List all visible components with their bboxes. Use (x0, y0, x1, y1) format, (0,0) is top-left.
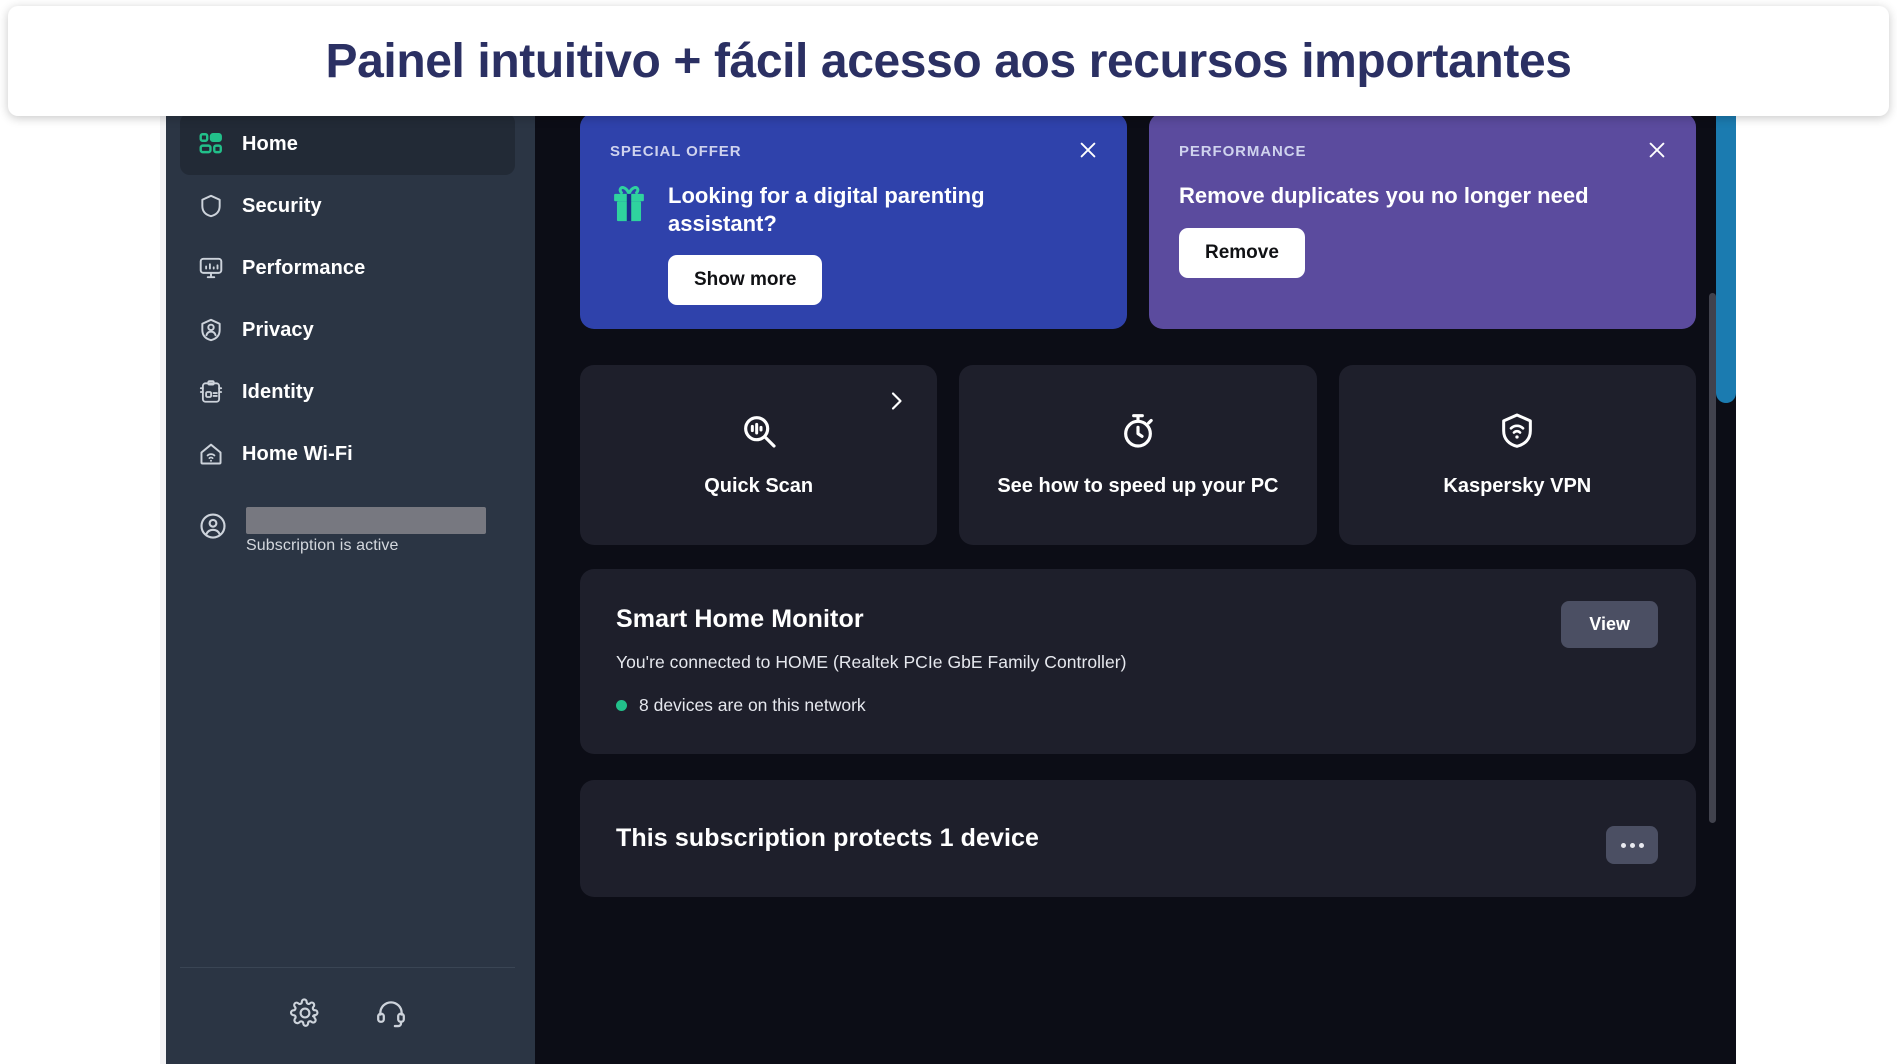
subscription-title: This subscription protects 1 device (616, 824, 1040, 852)
vertical-scrollbar-thumb[interactable] (1709, 293, 1716, 823)
sidebar-item-performance[interactable]: Performance (180, 237, 515, 299)
account-block[interactable]: Subscription is active (160, 497, 535, 555)
subscription-panel: This subscription protects 1 device (580, 780, 1696, 897)
dot (1638, 842, 1644, 848)
kaspersky-app-window: Home Security Performance Privacy Identi… (160, 113, 1736, 1064)
dot (1620, 842, 1626, 848)
smart-home-monitor-panel: Smart Home Monitor You're connected to H… (580, 569, 1696, 754)
ellipsis-icon[interactable] (1606, 826, 1658, 864)
connection-info: You're connected to HOME (Realtek PCIe G… (616, 652, 1127, 672)
view-button[interactable]: View (1561, 601, 1658, 648)
show-more-button[interactable]: Show more (668, 255, 823, 306)
tile-quick-scan[interactable]: Quick Scan (580, 365, 938, 545)
headline-banner: Painel intuitivo + fácil acesso aos recu… (8, 6, 1889, 116)
sidebar-nav: Home Security Performance Privacy Identi… (160, 113, 535, 485)
account-name-redacted (246, 507, 486, 534)
sidebar-footer (180, 967, 515, 1064)
shield-icon (198, 193, 224, 219)
promo-card-special-offer[interactable]: SPECIAL OFFER Looking for a digital pare… (580, 113, 1127, 329)
sidebar-item-label: Home (242, 132, 298, 155)
vpn-shield-wifi-icon (1497, 411, 1537, 451)
promo-row: SPECIAL OFFER Looking for a digital pare… (580, 113, 1696, 329)
tile-label: See how to speed up your PC (997, 475, 1279, 497)
gift-icon (610, 184, 648, 226)
accent-strip (1716, 113, 1736, 403)
tile-label: Kaspersky VPN (1443, 475, 1592, 497)
sidebar-item-label: Privacy (242, 318, 314, 341)
sidebar-item-label: Home Wi-Fi (242, 442, 353, 465)
sidebar-item-home[interactable]: Home (180, 113, 515, 175)
promo-kicker: PERFORMANCE (1179, 143, 1307, 160)
gear-icon[interactable] (288, 996, 322, 1030)
sidebar-item-label: Identity (242, 380, 314, 403)
panel-title: Smart Home Monitor (616, 605, 864, 633)
close-icon[interactable] (1077, 139, 1099, 161)
headset-icon[interactable] (374, 996, 408, 1030)
scan-magnifier-icon (739, 411, 779, 451)
chevron-right-icon (889, 391, 905, 411)
promo-kicker: SPECIAL OFFER (610, 143, 742, 160)
status-dot-icon (616, 700, 627, 711)
sidebar-item-privacy[interactable]: Privacy (180, 299, 515, 361)
promo-title: Looking for a digital parenting assistan… (668, 183, 985, 236)
dot (1629, 842, 1635, 848)
sidebar-item-label: Performance (242, 256, 366, 279)
main-content: SPECIAL OFFER Looking for a digital pare… (535, 113, 1736, 1064)
avatar-icon (198, 511, 228, 541)
quick-action-tiles: Quick Scan See how to speed up your PC K… (580, 365, 1696, 545)
tile-label: Quick Scan (704, 475, 814, 497)
promo-card-performance[interactable]: PERFORMANCE Remove duplicates you no lon… (1149, 113, 1696, 329)
sidebar-item-identity[interactable]: Identity (180, 361, 515, 423)
sidebar-item-security[interactable]: Security (180, 175, 515, 237)
sidebar: Home Security Performance Privacy Identi… (160, 113, 535, 1064)
remove-button[interactable]: Remove (1179, 227, 1305, 278)
id-card-icon (198, 379, 224, 405)
home-wifi-icon (198, 441, 224, 467)
stopwatch-icon (1118, 411, 1158, 451)
tile-speed-up-pc[interactable]: See how to speed up your PC (959, 365, 1317, 545)
page-title: Painel intuitivo + fácil acesso aos recu… (325, 34, 1572, 88)
grid-icon (198, 131, 224, 157)
tile-kaspersky-vpn[interactable]: Kaspersky VPN (1338, 365, 1696, 545)
subscription-status-label: Subscription is active (246, 537, 399, 554)
monitor-icon (198, 255, 224, 281)
privacy-shield-icon (198, 317, 224, 343)
sidebar-item-label: Security (242, 194, 322, 217)
promo-title: Remove duplicates you no longer need (1179, 183, 1589, 208)
sidebar-item-home-wifi[interactable]: Home Wi-Fi (180, 423, 515, 485)
device-count-label: 8 devices are on this network (639, 695, 866, 715)
network-status: 8 devices are on this network (616, 695, 1654, 716)
close-icon[interactable] (1646, 139, 1668, 161)
